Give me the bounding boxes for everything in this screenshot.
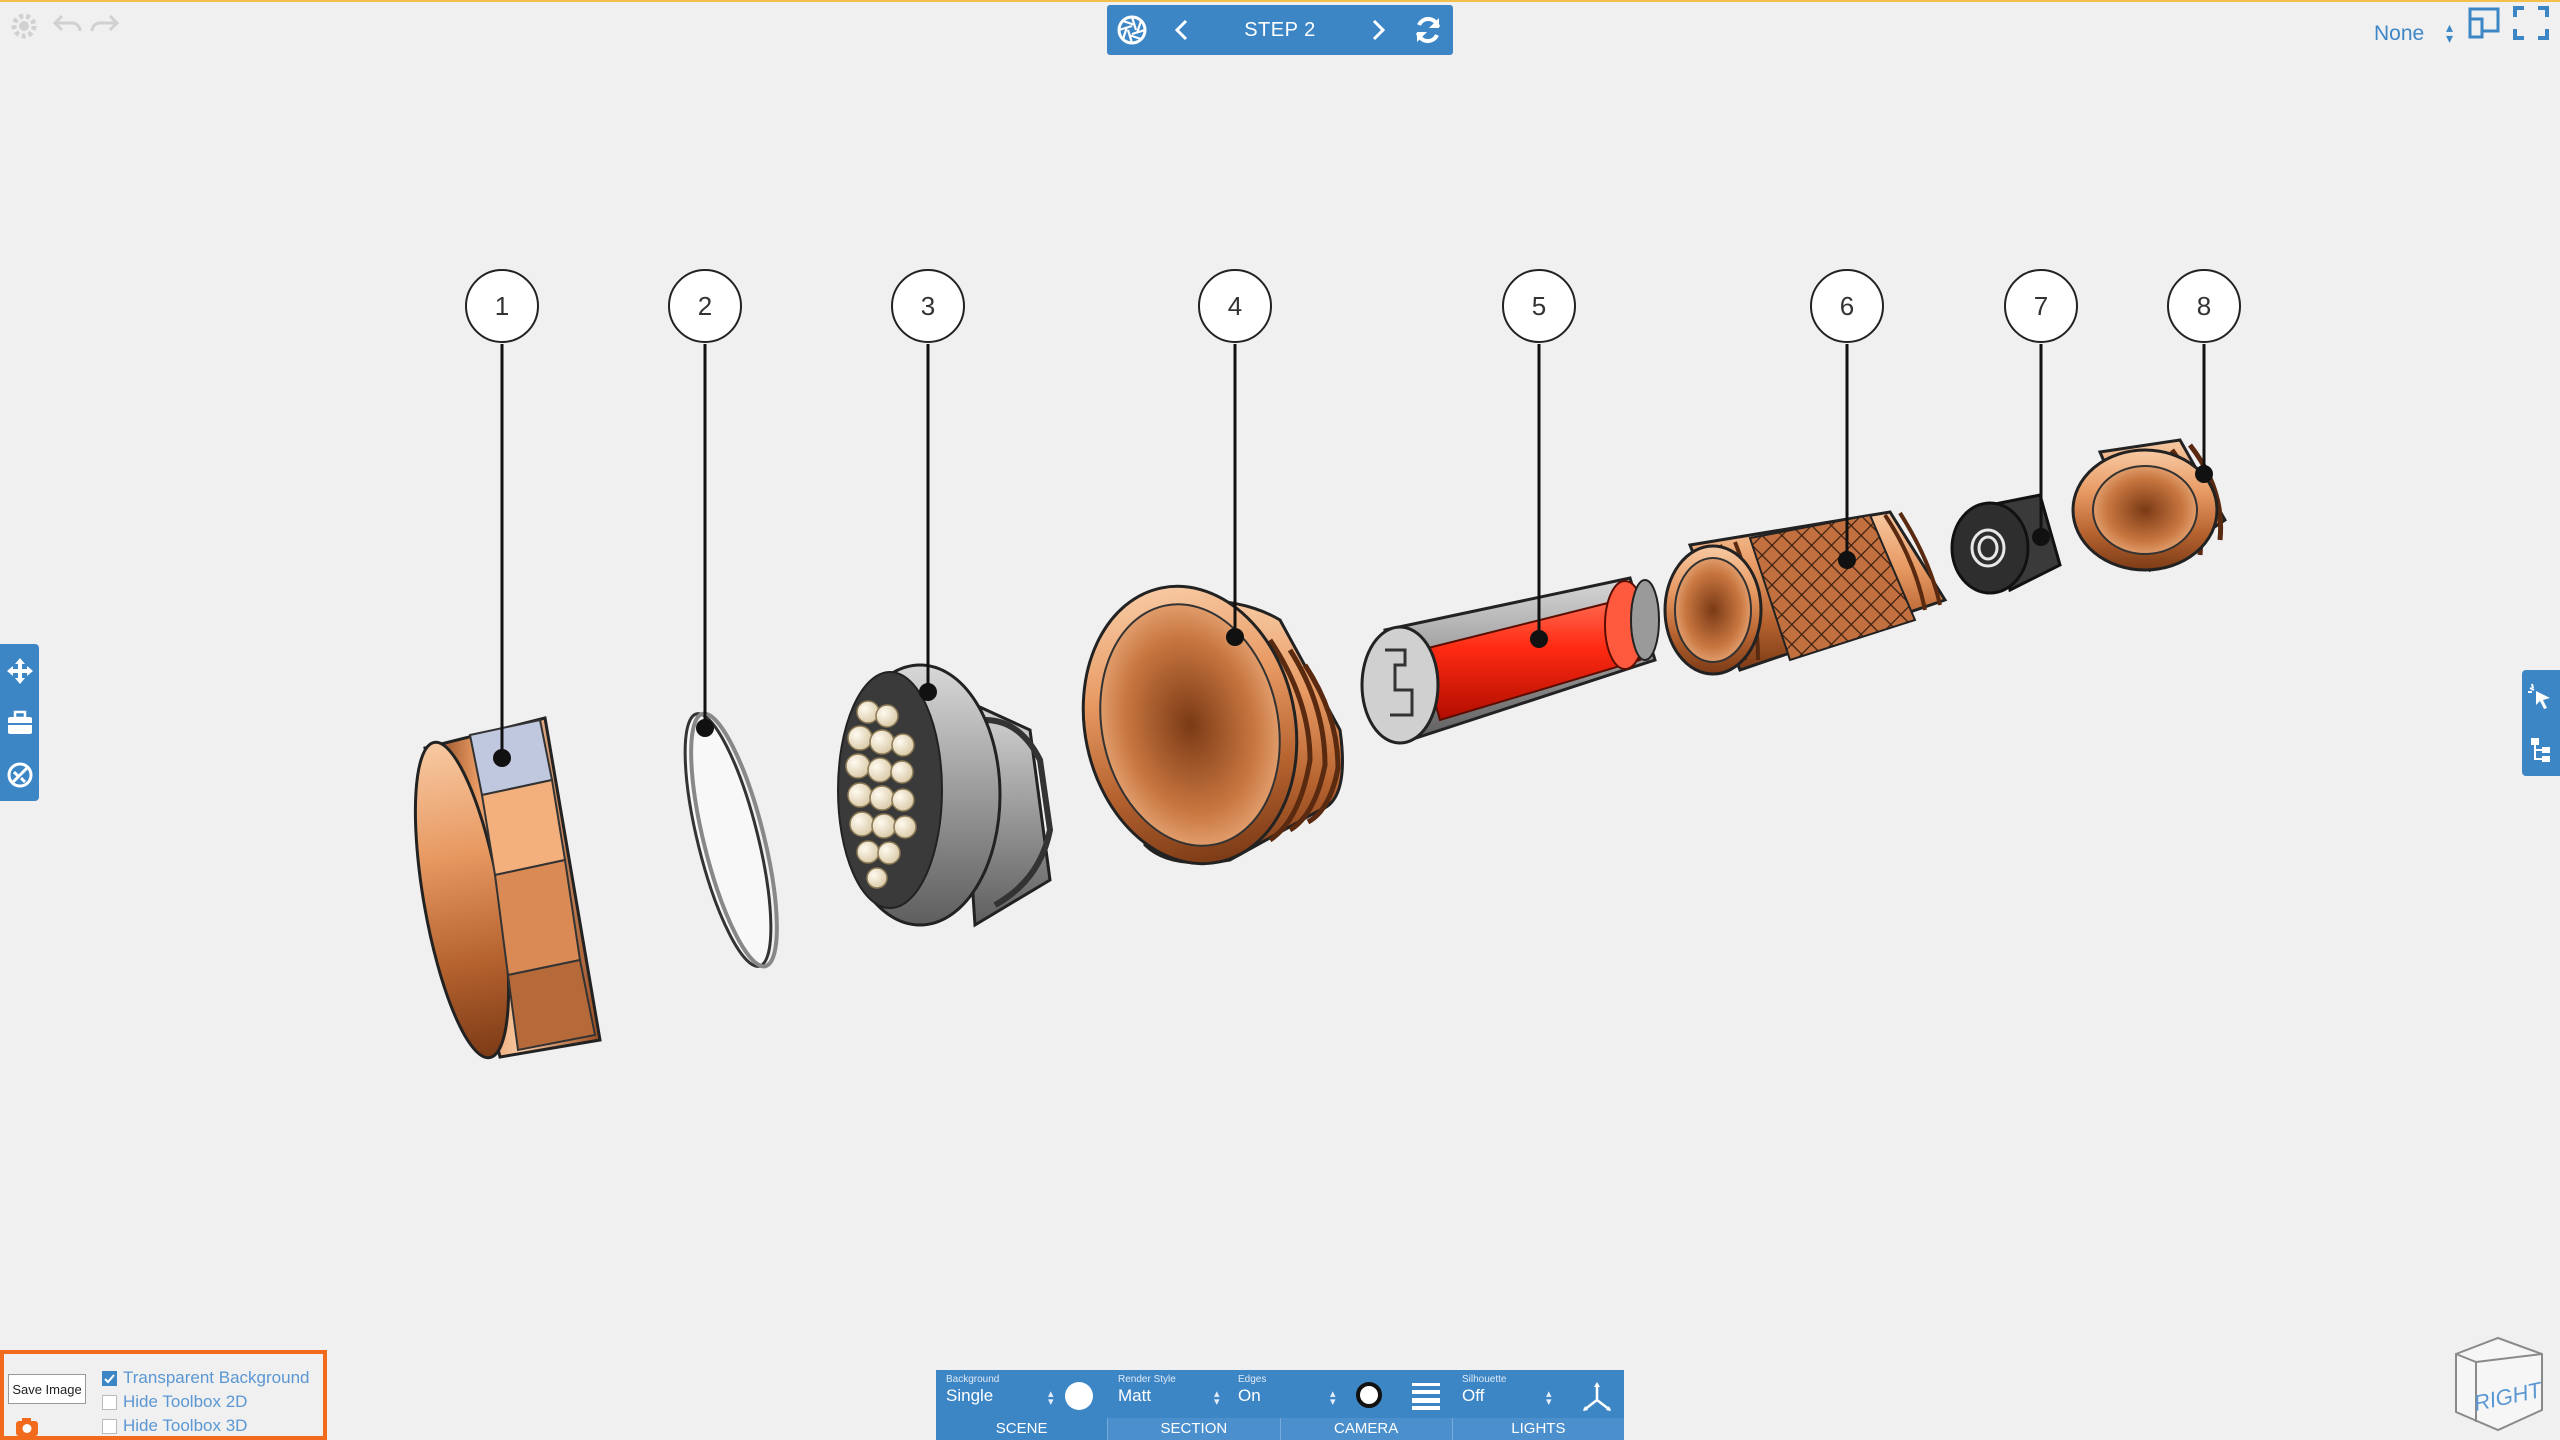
select-arrows-icon: ▴ ▾: [1214, 1388, 1220, 1408]
part-3-led-reflector[interactable]: [837, 663, 1054, 928]
option-label: Hide Toolbox 3D: [123, 1416, 248, 1435]
camera-save-icon[interactable]: [14, 1416, 40, 1438]
edge-thickness-icon[interactable]: [1410, 1380, 1442, 1412]
save-image-panel: Save Image Transparent Background Hide T…: [0, 1350, 327, 1440]
background-color-swatch[interactable]: [1065, 1382, 1093, 1410]
option-hide-toolbox-2d[interactable]: Hide Toolbox 2D: [102, 1392, 247, 1412]
part-8-tail-cap[interactable]: [2071, 438, 2227, 573]
axis-icon[interactable]: [1580, 1380, 1614, 1414]
part-2-lens[interactable]: [667, 707, 794, 974]
option-label: Transparent Background: [123, 1368, 310, 1387]
edge-color-swatch[interactable]: [1356, 1382, 1382, 1408]
part-5-battery-holder[interactable]: [1360, 576, 1660, 745]
select-arrows-icon: ▴ ▾: [1546, 1388, 1552, 1408]
callout-leaders: [500, 344, 2206, 758]
model-viewport[interactable]: [0, 0, 2560, 1440]
view-cube[interactable]: RIGHT: [2446, 1332, 2550, 1436]
part-4-head[interactable]: [1058, 566, 1344, 884]
scene-toolbar: Background Single ▴ ▾ Render Style Matt ▴…: [936, 1370, 1624, 1440]
scene-tabs: SCENE SECTION CAMERA LIGHTS: [936, 1418, 1624, 1440]
option-hide-toolbox-3d[interactable]: Hide Toolbox 3D: [102, 1416, 247, 1436]
option-label: Hide Toolbox 2D: [123, 1392, 248, 1411]
tab-lights[interactable]: LIGHTS: [1451, 1418, 1624, 1440]
save-image-tooltip: Save Image: [8, 1374, 86, 1404]
checkbox-unchecked-icon: [102, 1394, 117, 1410]
part-6-body-tube[interactable]: [1663, 510, 1948, 676]
select-arrows-icon: ▴ ▾: [1330, 1388, 1336, 1408]
option-transparent-background[interactable]: Transparent Background: [102, 1368, 309, 1388]
callout-dots: [493, 465, 2213, 767]
tab-section[interactable]: SECTION: [1107, 1418, 1280, 1440]
checkbox-checked-icon: [102, 1370, 117, 1386]
checkbox-unchecked-icon: [102, 1418, 117, 1434]
tab-camera[interactable]: CAMERA: [1279, 1418, 1452, 1440]
select-arrows-icon: ▴ ▾: [1048, 1388, 1054, 1408]
part-1-bezel[interactable]: [397, 716, 602, 1064]
tab-scene[interactable]: SCENE: [936, 1418, 1108, 1440]
